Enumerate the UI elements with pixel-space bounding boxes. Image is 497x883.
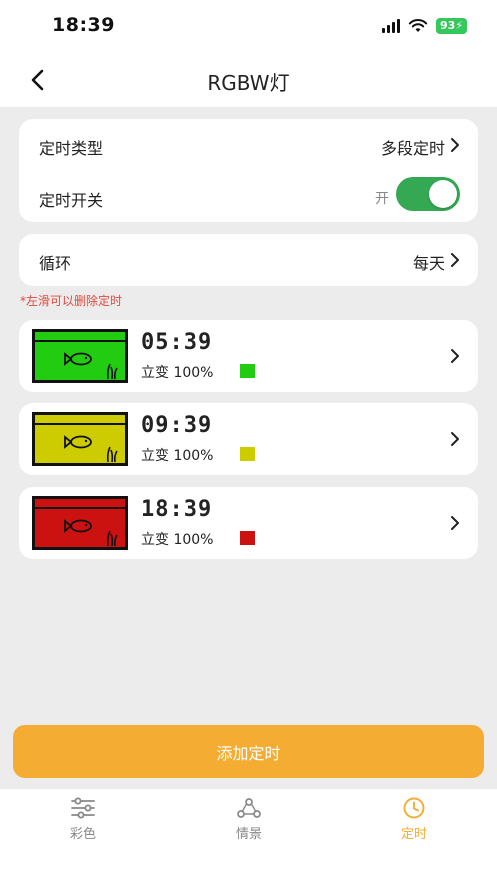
timer-item[interactable]: 09:39 立变 100% [19, 403, 478, 475]
timer-mode: 立变 100% [141, 448, 214, 464]
loop-card[interactable] [19, 234, 478, 286]
tab-label: 定时 [400, 827, 427, 842]
chevron-right-icon[interactable] [450, 252, 460, 268]
timer-switch-toggle[interactable] [396, 177, 460, 211]
timer-time: 05:39 [141, 330, 213, 355]
toggle-knob [429, 180, 457, 208]
timer-color-swatch [240, 447, 255, 461]
aquarium-icon [35, 499, 125, 547]
tab-label: 情景 [235, 827, 262, 842]
swipe-delete-hint: *左滑可以删除定时 [20, 294, 123, 308]
loop-value[interactable]: 每天 [413, 250, 445, 274]
aquarium-thumbnail [32, 496, 128, 550]
battery-level: 93 [439, 19, 456, 32]
timer-switch-label: 定时开关 [39, 191, 104, 210]
nav-bar: RGBW灯 [0, 55, 497, 107]
status-bar: 18:39 93 ⚡ [0, 0, 497, 55]
timer-switch-state: 开 [375, 191, 389, 207]
sliders-icon [71, 797, 95, 819]
timer-time: 18:39 [141, 497, 213, 522]
aquarium-icon [35, 415, 125, 463]
aquarium-thumbnail [32, 412, 128, 466]
timer-color-swatch [240, 531, 255, 545]
add-timer-button[interactable]: 添加定时 [13, 725, 484, 778]
tab-scene[interactable]: 情景 [209, 797, 289, 842]
tab-label: 彩色 [69, 827, 96, 842]
timer-type-value[interactable]: 多段定时 [381, 135, 445, 159]
timer-color-swatch [240, 364, 255, 378]
page-title: RGBW灯 [207, 71, 290, 95]
signal-icon [381, 19, 400, 33]
timer-type-label: 定时类型 [39, 139, 104, 158]
wifi-icon [408, 19, 428, 32]
aquarium-thumbnail [32, 329, 128, 383]
chevron-right-icon[interactable] [450, 431, 460, 447]
chevron-right-icon[interactable] [450, 348, 460, 364]
status-time: 18:39 [52, 14, 115, 36]
scene-icon [237, 798, 261, 818]
timer-mode: 立变 100% [141, 365, 214, 381]
aquarium-icon [35, 332, 125, 380]
tab-timer[interactable]: 定时 [374, 797, 454, 842]
timer-time: 09:39 [141, 413, 213, 438]
battery-icon: 93 ⚡ [435, 18, 467, 34]
loop-label: 循环 [39, 254, 72, 273]
timer-item[interactable]: 18:39 立变 100% [19, 487, 478, 559]
chevron-right-icon[interactable] [450, 515, 460, 531]
timer-item[interactable]: 05:39 立变 100% [19, 320, 478, 392]
tab-color[interactable]: 彩色 [43, 797, 123, 842]
clock-icon [403, 797, 425, 819]
tab-bar: 彩色 情景 定时 [0, 789, 497, 883]
status-icons: 93 ⚡ [381, 18, 467, 34]
timer-mode: 立变 100% [141, 532, 214, 548]
chevron-right-icon[interactable] [450, 137, 460, 153]
